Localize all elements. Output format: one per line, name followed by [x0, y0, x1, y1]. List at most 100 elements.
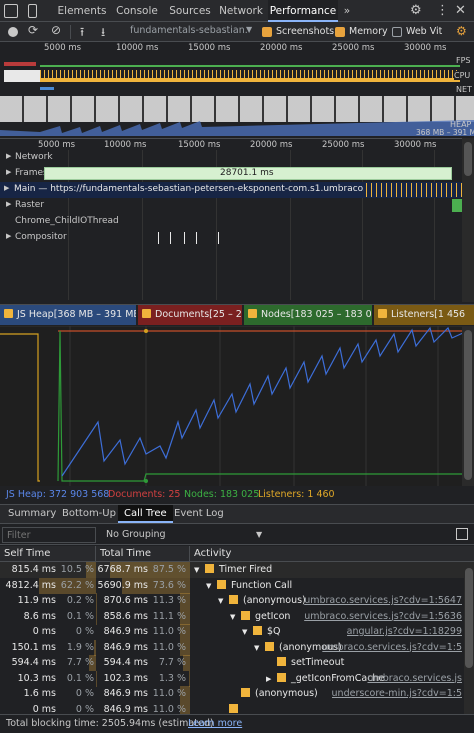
chevron-right-icon[interactable]: ▶ [266, 671, 277, 687]
table-row[interactable]: 150.1 ms 1.9 % 846.9 ms 11.0 % ▼ (anonymous) u… [0, 639, 474, 656]
web-vitals-checkbox[interactable] [392, 27, 402, 37]
main-track[interactable]: ▶ Main — https://fundamentals-sebastian-… [0, 182, 462, 198]
source-link[interactable]: umbraco.services.js?cdv=1:5 [322, 640, 462, 656]
chevron-down-icon[interactable]: ▼ [218, 593, 229, 609]
listeners-checkbox[interactable] [378, 309, 387, 318]
screenshots-label: Screenshots [276, 26, 335, 37]
table-row[interactable]: 1.6 ms 0 % 846.9 ms 11.0 % (anonymous) unders… [0, 686, 474, 702]
child-io-thread-track[interactable]: Chrome_ChildIOThread [0, 214, 462, 230]
frames-track[interactable]: ▶ Frames 28701.1 ms [0, 166, 462, 182]
listeners-legend[interactable]: Listeners[1 456 [374, 305, 474, 325]
more-tabs-button[interactable]: » [338, 0, 356, 22]
chevron-right-icon[interactable]: ▶ [4, 184, 9, 192]
recording-select[interactable]: fundamentals-sebastian... [130, 25, 248, 36]
more-options-icon[interactable]: ⋮ [436, 3, 449, 18]
overview-tick: 5000 ms [44, 43, 82, 53]
screenshots-checkbox[interactable] [262, 27, 272, 37]
activity-header[interactable]: Activity [190, 546, 474, 562]
tab-elements[interactable]: Elements [52, 0, 112, 22]
tab-bottom-up[interactable]: Bottom-Up [56, 505, 122, 523]
device-toolbar-icon[interactable] [28, 4, 37, 18]
chevron-down-icon[interactable]: ▼ [194, 562, 205, 578]
settings-gear-icon[interactable]: ⚙ [456, 24, 467, 38]
table-row[interactable]: 594.4 ms 7.7 % 594.4 ms 7.7 % setTimeout [0, 655, 474, 671]
tab-call-tree[interactable]: Call Tree [118, 505, 173, 523]
chevron-right-icon[interactable]: ▶ [6, 168, 11, 176]
tab-network[interactable]: Network [216, 0, 266, 22]
table-row[interactable]: 815.4 ms 10.5 % 6768.7 ms 87.5 % ▼ Timer Fire… [0, 562, 474, 578]
tab-sources[interactable]: Sources [164, 0, 216, 22]
total-time-header[interactable]: Total Time [96, 546, 190, 562]
chevron-down-icon[interactable]: ▼ [254, 640, 265, 656]
chevron-down-icon[interactable]: ▼ [242, 624, 253, 640]
net-label: NET [456, 85, 472, 94]
table-row[interactable]: 0 ms 0 % 846.9 ms 11.0 % [0, 701, 474, 715]
chevron-down-icon[interactable]: ▼ [256, 530, 262, 539]
table-row[interactable]: 8.6 ms 0.1 % 858.6 ms 11.1 % ▼ getIcon umbraco… [0, 608, 474, 625]
learn-more-link[interactable]: Learn more [188, 715, 242, 733]
tab-summary[interactable]: Summary [2, 505, 62, 523]
compositor-track[interactable]: ▶ Compositor [0, 230, 462, 246]
documents-legend[interactable]: Documents[25 – 26] [138, 305, 242, 325]
chevron-right-icon[interactable]: ▶ [6, 200, 11, 208]
chevron-down-icon[interactable]: ▼ [230, 609, 241, 625]
table-row[interactable]: 10.3 ms 0.1 % 102.3 ms 1.3 % ▶ _getIconFromCa… [0, 670, 474, 687]
memory-counters-graph[interactable] [0, 326, 474, 486]
download-icon[interactable]: ⭳ [101, 23, 105, 44]
timeline-scrollbar[interactable] [462, 138, 474, 302]
tab-event-log[interactable]: Event Log [168, 505, 230, 523]
call-tree-scrollbar[interactable] [464, 562, 474, 714]
js-heap-legend[interactable]: JS Heap[368 MB – 391 MB] [0, 305, 136, 325]
compositor-task[interactable] [196, 232, 197, 244]
clear-icon[interactable]: ⊘ [51, 23, 61, 37]
gear-icon[interactable]: ⚙ [410, 3, 422, 18]
reload-icon[interactable]: ⟳ [28, 23, 38, 37]
screenshot-filmstrip[interactable] [0, 96, 474, 122]
inspect-icon[interactable] [4, 4, 18, 18]
documents-checkbox[interactable] [142, 309, 151, 318]
activity-cell[interactable]: setTimeout [266, 655, 464, 671]
record-icon[interactable] [8, 27, 18, 37]
sidebar-toggle-icon[interactable] [456, 528, 468, 540]
total-time: 870.6 ms [103, 595, 148, 606]
main-thread-activity[interactable] [366, 183, 462, 197]
network-track[interactable]: ▶ Network [0, 150, 462, 166]
chevron-down-icon[interactable]: ▼ [206, 578, 217, 594]
tab-performance[interactable]: Performance [268, 0, 338, 22]
raster-task[interactable] [452, 199, 462, 212]
activity-cell[interactable]: ▼ Function Call [206, 578, 464, 594]
table-row[interactable]: 11.9 ms 0.2 % 870.6 ms 11.3 % ▼ (anonymous) um… [0, 593, 474, 609]
self-time-header[interactable]: Self Time [0, 546, 96, 562]
raster-track[interactable]: ▶ Raster [0, 198, 462, 214]
source-link[interactable]: umbraco.services.js?cdv=1:5647 [304, 593, 462, 609]
compositor-task[interactable] [158, 232, 159, 244]
chevron-right-icon[interactable]: ▶ [6, 232, 11, 240]
nodes-legend[interactable]: Nodes[183 025 – 183 061] [244, 305, 372, 325]
total-percent: 11.0 % [152, 641, 186, 653]
upload-icon[interactable]: ⭱ [80, 23, 84, 44]
timeline-tracks[interactable]: ▶ Network ▶ Frames 28701.1 ms ▶ Main — h… [0, 150, 462, 300]
self-percent: 0 % [75, 688, 94, 699]
table-row[interactable]: 0 ms 0 % 846.9 ms 11.0 % ▼ $Q angular.js?cdv=1… [0, 624, 474, 640]
chevron-right-icon[interactable]: ▶ [6, 152, 11, 160]
tab-console[interactable]: Console [112, 0, 162, 22]
source-link[interactable]: angular.js?cdv=1:18299 [347, 624, 462, 640]
source-link[interactable]: umbraco.services.js [367, 671, 462, 687]
grouping-select[interactable]: No Grouping [106, 529, 166, 540]
js-heap-checkbox[interactable] [4, 309, 13, 318]
source-link[interactable]: umbraco.services.js?cdv=1:5636 [304, 609, 462, 625]
compositor-task[interactable] [170, 232, 171, 244]
filter-input[interactable] [2, 527, 96, 543]
overview-pane[interactable]: 5000 ms 10000 ms 15000 ms 20000 ms 25000… [0, 42, 474, 138]
table-row[interactable]: 4812.4 ms 62.2 % 5690.9 ms 73.6 % ▼ Function … [0, 577, 474, 594]
activity-cell[interactable]: ▼ Timer Fired [194, 562, 464, 578]
function-color-swatch [253, 626, 262, 635]
memory-checkbox[interactable] [335, 27, 345, 37]
compositor-task[interactable] [218, 232, 219, 244]
nodes-checkbox[interactable] [248, 309, 257, 318]
chevron-down-icon[interactable]: ▼ [246, 25, 252, 34]
compositor-task[interactable] [184, 232, 185, 244]
source-link[interactable]: underscore-min.js?cdv=1:5 [332, 686, 462, 702]
activity-cell[interactable] [218, 702, 464, 715]
close-icon[interactable]: ✕ [455, 3, 466, 18]
